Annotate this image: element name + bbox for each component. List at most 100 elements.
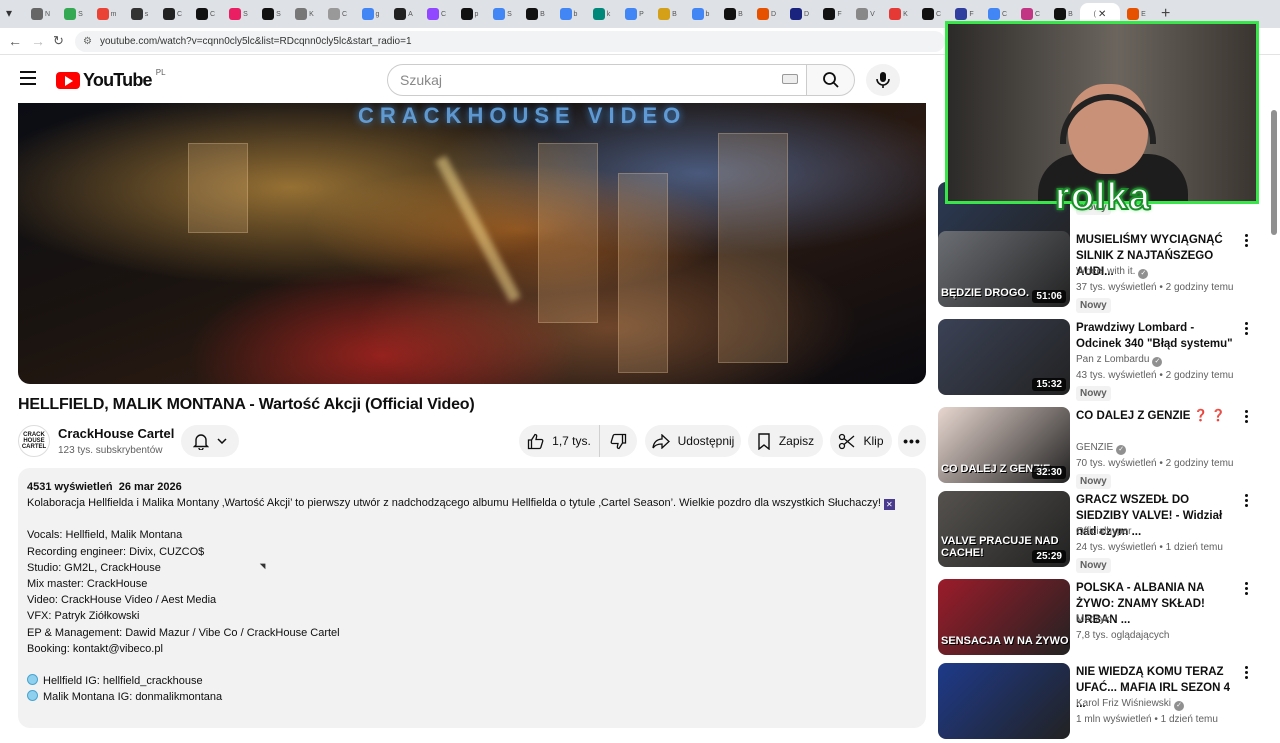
browser-tab[interactable]: C	[189, 3, 222, 25]
search-button[interactable]	[806, 64, 855, 96]
browser-tab[interactable]: C	[156, 3, 189, 25]
recommendation-title[interactable]: Prawdziwy Lombard - Odcinek 340 "Błąd sy…	[1076, 320, 1240, 352]
browser-tab[interactable]: S	[486, 3, 519, 25]
video-player[interactable]: CRACKHOUSE VIDEO	[18, 103, 926, 384]
browser-tab[interactable]: s	[123, 3, 156, 25]
recommendation-channel[interactable]: Officialhyper	[1076, 526, 1131, 537]
recommendation-item[interactable]: 15:32 Prawdziwy Lombard - Odcinek 340 "Bł…	[938, 319, 1260, 401]
browser-tab[interactable]: S	[255, 3, 288, 25]
video-thumbnail[interactable]: BĘDZIE DROGO. 51:06	[938, 231, 1070, 307]
dislike-button[interactable]	[599, 425, 637, 457]
forward-icon[interactable]: →	[31, 33, 45, 49]
more-vertical-icon[interactable]	[1242, 234, 1250, 247]
browser-tab[interactable]: B	[651, 3, 684, 25]
youtube-logo-text: YouTube	[83, 70, 153, 90]
recommendation-channel[interactable]: Pan z Lombardu ✓	[1076, 354, 1163, 367]
recommendation-channel[interactable]: Wheel with it. ✓	[1076, 266, 1149, 279]
browser-tab[interactable]: C	[321, 3, 354, 25]
video-thumbnail[interactable]: 15:32	[938, 319, 1070, 395]
browser-tab[interactable]: V	[849, 3, 882, 25]
search-input[interactable]: Szukaj	[387, 64, 807, 96]
browser-tab[interactable]: P	[618, 3, 651, 25]
tab-label: S	[243, 10, 248, 18]
browser-tab[interactable]: K	[882, 3, 915, 25]
browser-tab[interactable]: D	[750, 3, 783, 25]
reload-icon[interactable]: ↻	[53, 33, 64, 49]
video-thumbnail[interactable]: VALVE PRACUJE NAD CACHE! 25:29	[938, 491, 1070, 567]
browser-tab[interactable]: K	[288, 3, 321, 25]
tab-label: S	[78, 10, 83, 18]
youtube-logo[interactable]: YouTube PL	[56, 68, 166, 91]
site-info-icon[interactable]: ⚙	[83, 36, 92, 47]
recommendation-channel[interactable]: GENZIE ✓	[1076, 442, 1127, 455]
channel-name[interactable]: CrackHouse Cartel	[58, 426, 174, 441]
social-link[interactable]: Hellfield IG: hellfield_crackhouse	[27, 673, 917, 689]
tab-favicon-icon	[394, 8, 407, 20]
recommendation-meta: 43 tys. wyświetleń • 2 godziny temu	[1076, 370, 1234, 381]
recommendation-channel[interactable]: Karol Friz Wiśniewski ✓	[1076, 698, 1185, 711]
tab-label: p	[474, 10, 479, 18]
close-icon[interactable]: ✕	[1098, 9, 1106, 20]
browser-tab[interactable]: g	[354, 3, 387, 25]
browser-tab[interactable]: B	[519, 3, 552, 25]
voice-search-button[interactable]	[866, 64, 900, 96]
back-icon[interactable]: ←	[8, 33, 22, 49]
browser-tab[interactable]: N	[24, 3, 57, 25]
description-intro-text: Kolaboracja Hellfielda i Malika Montany …	[27, 497, 881, 510]
channel-avatar[interactable]: CRACK HOUSE CARTEL	[18, 425, 50, 457]
more-vertical-icon[interactable]	[1242, 322, 1250, 335]
browser-tab[interactable]: p	[453, 3, 486, 25]
save-button[interactable]: Zapisz	[748, 425, 823, 457]
browser-tab[interactable]: C	[915, 3, 948, 25]
credit-line: Video: CrackHouse Video / Aest Media	[27, 594, 217, 607]
video-building	[188, 143, 248, 233]
globe-icon	[27, 690, 38, 702]
recommendation-item[interactable]: BĘDZIE DROGO. 51:06 MUSIELIŚMY WYCIĄGNĄĆ S…	[938, 231, 1260, 313]
tab-search-icon[interactable]: ▾	[6, 6, 12, 20]
recommendation-item[interactable]: VALVE PRACUJE NAD CACHE! 25:29 GRACZ WSZED…	[938, 491, 1260, 573]
browser-tab[interactable]: m	[90, 3, 123, 25]
clip-button[interactable]: Klip	[830, 425, 892, 457]
video-title: HELLFIELD, MALIK MONTANA - Wartość Akcji…	[18, 396, 475, 413]
tab-label: K	[903, 10, 908, 18]
tab-label: C	[176, 10, 183, 18]
browser-tab[interactable]: B	[717, 3, 750, 25]
menu-icon[interactable]	[20, 71, 36, 85]
recommendation-title[interactable]: CO DALEJ Z GENZIE ❓ ❓	[1076, 408, 1240, 424]
video-thumbnail[interactable]: CO DALEJ Z GENZIE 32:30	[938, 407, 1070, 483]
browser-tab[interactable]: D	[783, 3, 816, 25]
browser-tab[interactable]: A	[387, 3, 420, 25]
social-link[interactable]: Malik Montana IG: donmalikmontana	[27, 689, 917, 705]
recommendation-item[interactable]: NIE WIEDZĄ KOMU TERAZ UFAĆ... MAFIA IRL …	[938, 663, 1260, 743]
browser-tab[interactable]: F	[816, 3, 849, 25]
address-bar[interactable]: ⚙ youtube.com/watch?v=cqnn0cly5lc&list=R…	[75, 31, 945, 52]
search-placeholder: Szukaj	[400, 72, 443, 88]
browser-tab[interactable]: C	[420, 3, 453, 25]
browser-tab[interactable]: S	[222, 3, 255, 25]
browser-tab[interactable]: b	[552, 3, 585, 25]
scrollbar-thumb[interactable]	[1271, 110, 1277, 235]
credits-list: Vocals: Hellfield, Malik Montana Recordin…	[27, 527, 917, 657]
browser-tab[interactable]: S	[57, 3, 90, 25]
recommendation-item[interactable]: CO DALEJ Z GENZIE 32:30 CO DALEJ Z GENZIE …	[938, 407, 1260, 489]
video-thumbnail[interactable]: SENSACJA W NA ŻYWO	[938, 579, 1070, 655]
video-thumbnail[interactable]	[938, 663, 1070, 739]
duration-badge: 32:30	[1032, 466, 1066, 479]
notification-bell-button[interactable]	[181, 425, 239, 457]
more-vertical-icon[interactable]	[1242, 494, 1250, 507]
share-button[interactable]: Udostępnij	[645, 425, 741, 457]
more-vertical-icon[interactable]	[1242, 666, 1250, 679]
more-vertical-icon[interactable]	[1242, 410, 1250, 423]
description-intro: Kolaboracja Hellfielda i Malika Montany …	[27, 495, 917, 511]
recommendation-channel[interactable]: Meczyki	[1076, 614, 1112, 625]
more-actions-button[interactable]: •••	[898, 425, 926, 457]
tab-label: V	[870, 10, 875, 18]
subscriber-count: 123 tys. subskrybentów	[58, 445, 163, 456]
like-button[interactable]: 1,7 tys.	[519, 425, 599, 457]
description-box[interactable]: 4531 wyświetleń 26 mar 2026 Kolaboracja …	[18, 468, 926, 728]
browser-tab[interactable]: b	[684, 3, 717, 25]
recommendation-item[interactable]: SENSACJA W NA ŻYWO POLSKA - ALBANIA NA ŻY…	[938, 579, 1260, 659]
keyboard-icon[interactable]	[782, 74, 798, 84]
browser-tab[interactable]: k	[585, 3, 618, 25]
more-vertical-icon[interactable]	[1242, 582, 1250, 595]
